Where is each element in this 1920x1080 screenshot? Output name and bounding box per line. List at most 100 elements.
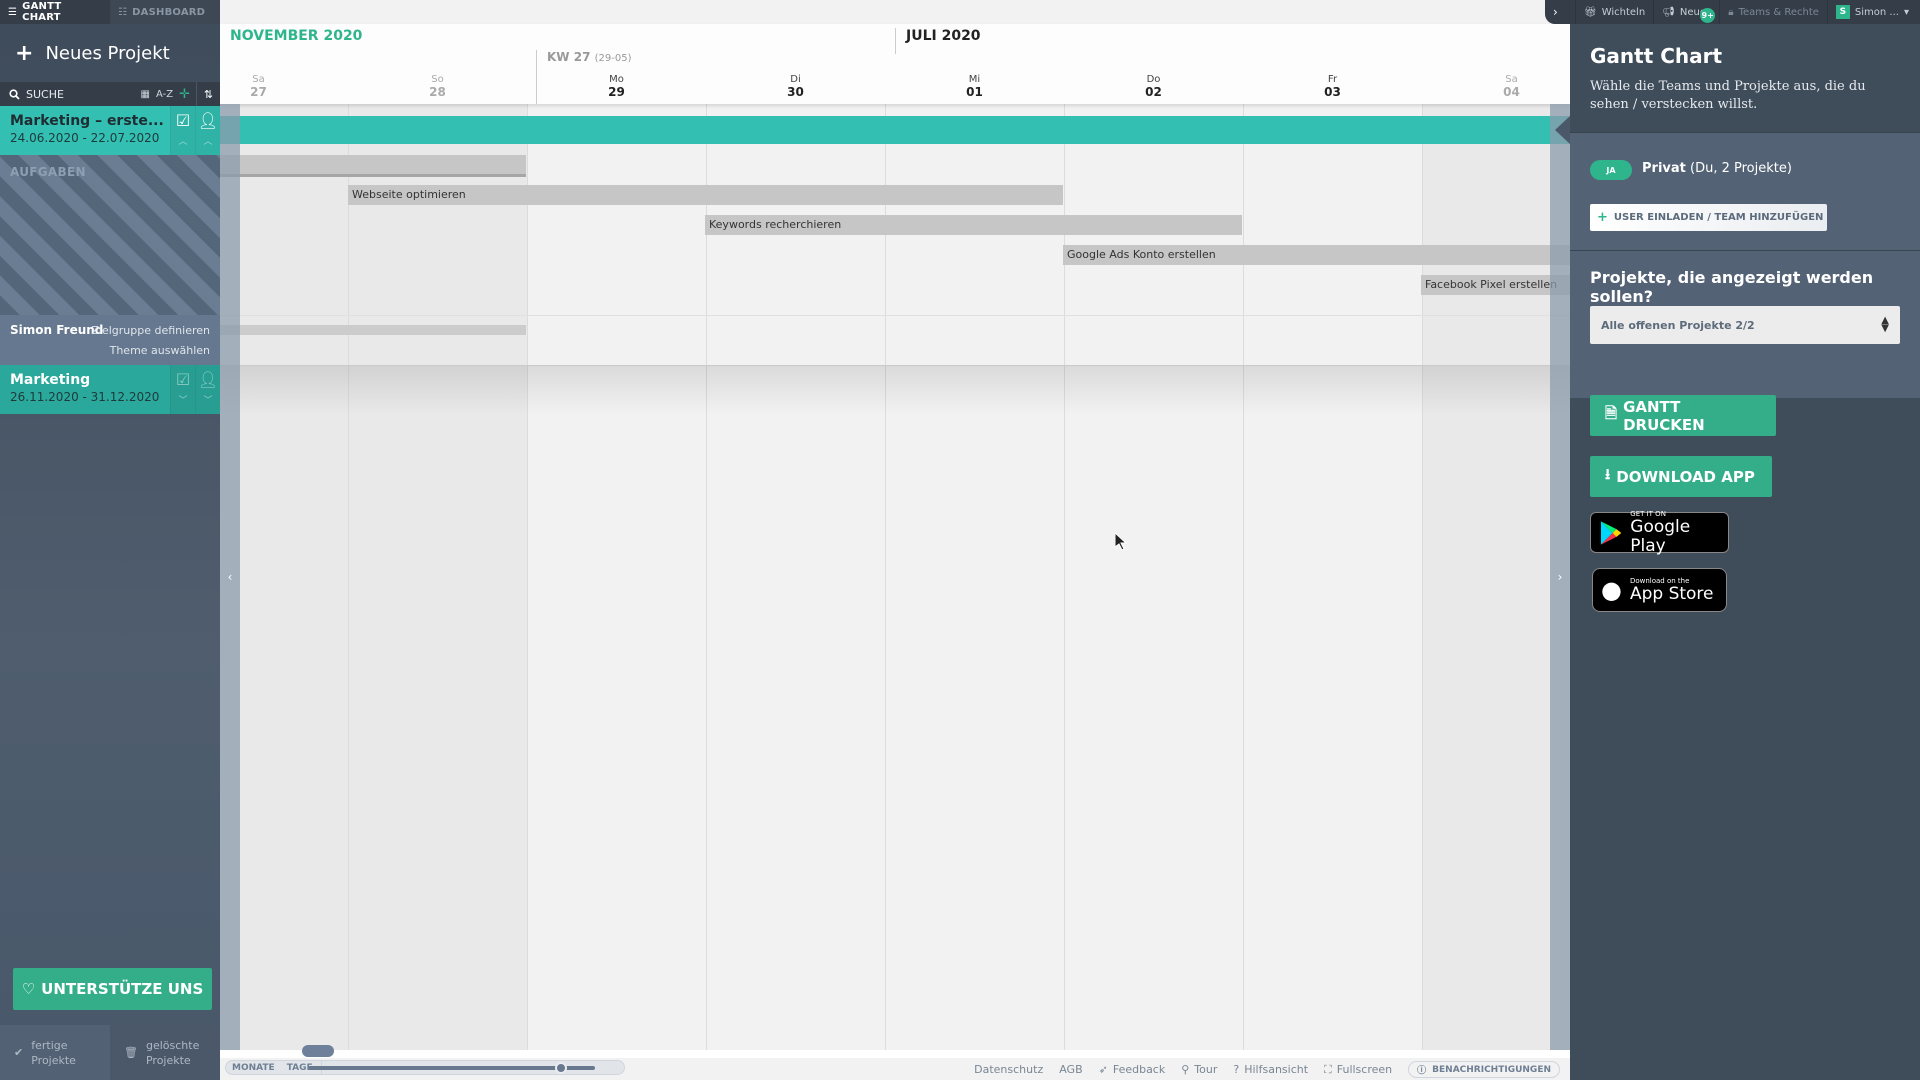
tab-label: DASHBOARD [132, 6, 206, 18]
download-label: DOWNLOAD APP [1616, 467, 1755, 486]
search-button[interactable]: SUCHE [0, 88, 141, 101]
task-bar[interactable] [220, 155, 526, 177]
check-icon: ✔ [14, 1046, 24, 1059]
badge-big-text: Google Play [1630, 516, 1691, 556]
team-detail: (Du, 2 Projekte) [1690, 161, 1792, 176]
zoom-months-button[interactable]: MONATE [226, 1063, 281, 1073]
day-header: Do 02 [1064, 74, 1243, 99]
deleted-line2: Projekte [145, 1053, 191, 1067]
task-bar[interactable]: Google Ads Konto erstellen [1063, 245, 1570, 265]
caret-down-icon: ▾ [1903, 6, 1909, 18]
google-play-icon [1600, 520, 1622, 545]
checkbox-icon: ☑ [175, 111, 191, 130]
zoom-slider[interactable] [309, 1062, 595, 1074]
tour-link[interactable]: ⚲ Tour [1181, 1063, 1217, 1076]
gantt-icon: ☰ [8, 6, 18, 18]
day-header: Di 30 [706, 74, 885, 99]
teams-rights-link[interactable]: 🔒︎ Teams & Rechte [1719, 0, 1827, 24]
terms-link[interactable]: AGB [1059, 1063, 1082, 1076]
select-value: Alle offenen Projekte 2/2 [1601, 318, 1755, 332]
projects-filter-section: Projekte, die angezeigt werden sollen? A… [1570, 250, 1920, 398]
day-header: Fr 03 [1243, 74, 1422, 99]
member-task-bar[interactable] [220, 325, 526, 335]
chevron-up-icon: ︿ [178, 137, 188, 147]
download-app-button[interactable]: ⭳ DOWNLOAD APP [1590, 456, 1772, 497]
team-visibility-toggle[interactable]: JA [1590, 160, 1632, 180]
team-section: JA Privat (Du, 2 Projekte) + USER EINLAD… [1570, 132, 1920, 250]
support-button[interactable]: ♡ UNTERSTÜTZE UNS [13, 968, 212, 1010]
app-store-badge[interactable]: ● Download on the App Store [1592, 568, 1727, 612]
feedback-link[interactable]: ➶ Feedback [1099, 1063, 1166, 1076]
tab-gantt-chart[interactable]: ☰ GANTT CHART [0, 0, 110, 24]
support-label: UNTERSTÜTZE UNS [41, 980, 204, 998]
sort-az-button[interactable]: A-Z [156, 89, 173, 100]
deleted-projects-button[interactable]: 🗑︎ gelöschte Projekte [110, 1025, 220, 1080]
document-icon: 🗎 [1605, 404, 1618, 422]
link-label: Fullscreen [1336, 1063, 1393, 1076]
top-nav-left: ☰ GANTT CHART ☷ DASHBOARD ‹ [0, 0, 242, 24]
chevron-left-icon: ‹ [227, 570, 233, 584]
zoom-control: MONATE TAGE [225, 1060, 625, 1075]
chevron-right-icon[interactable]: › [1545, 0, 1575, 24]
member-task[interactable]: Zielgruppe definieren [91, 324, 210, 337]
tasks-section: AUFGABEN [0, 155, 220, 315]
lock-icon: 🔒︎ [1728, 6, 1734, 18]
finished-projects-button[interactable]: ✔ fertige Projekte [0, 1025, 110, 1080]
project-item[interactable]: Marketing – erste... 24.06.2020 - 22.07.… [0, 106, 220, 155]
collapse-panel-notch [1555, 116, 1570, 144]
task-bar[interactable]: Webseite optimieren [348, 185, 1063, 205]
team-name: Privat [1642, 161, 1686, 176]
list-icon: ☷ [118, 6, 128, 18]
scrollbar-thumb[interactable] [302, 1045, 334, 1057]
privacy-link[interactable]: Datenschutz [974, 1063, 1043, 1076]
month-label: NOVEMBER 2020 [230, 28, 363, 44]
invite-user-button[interactable]: + USER EINLADEN / TEAM HINZUFÜGEN [1590, 204, 1827, 231]
tab-dashboard[interactable]: ☷ DASHBOARD [110, 0, 226, 24]
apple-icon: ● [1601, 576, 1622, 604]
projects-select[interactable]: Alle offenen Projekte 2/2 ▲ ▼ [1590, 306, 1900, 344]
day-number: 03 [1324, 85, 1341, 99]
finished-line1: fertige [31, 1038, 68, 1052]
top-nav-right: › 🎁︎ Wichteln 📢︎ Neues 9+ 🔒︎ Teams & Rechte … [1545, 0, 1920, 24]
new-project-button[interactable]: + Neues Projekt [15, 40, 170, 66]
horizontal-scrollbar[interactable] [220, 1045, 1570, 1058]
fullscreen-icon: ⛶ [1324, 1062, 1332, 1076]
print-gantt-button[interactable]: 🗎 GANTT DRUCKEN [1590, 395, 1776, 436]
chevron-right-icon: › [1557, 570, 1563, 584]
day-header: Mi 01 [885, 74, 1064, 99]
checkbox-icon: ☑ [175, 370, 191, 389]
projects-question: Projekte, die angezeigt werden sollen? [1590, 268, 1874, 306]
member-task[interactable]: Theme auswählen [110, 344, 210, 357]
project-bar[interactable] [220, 116, 1570, 144]
day-name: Sa [252, 74, 265, 85]
news-link[interactable]: 📢︎ Neues 9+ [1653, 0, 1719, 24]
sort-order-icon[interactable]: ⇅ [196, 82, 220, 106]
scroll-right-button[interactable]: › [1550, 104, 1570, 1050]
project-members-toggle[interactable]: 👤︎ ﹀ [195, 365, 220, 414]
expand-all-icon[interactable]: ✛ [179, 87, 190, 102]
calendar-sort-icon[interactable]: ▦ [141, 89, 150, 100]
zoom-slider-handle[interactable] [554, 1062, 567, 1074]
project-members-toggle[interactable]: 👤︎ ︿ [195, 106, 220, 155]
notifications-button[interactable]: ⓘ BENACHRICHTIGUNGEN [1408, 1061, 1560, 1078]
google-play-badge[interactable]: GET IT ON Google Play [1590, 510, 1729, 556]
user-menu[interactable]: S Simon ... ▾ [1826, 0, 1917, 24]
help-view-link[interactable]: ? Hilfsansicht [1233, 1063, 1308, 1076]
chevron-down-icon: ﹀ [203, 396, 213, 406]
month-label: JULI 2020 [895, 28, 981, 54]
project-item[interactable]: Marketing 26.11.2020 - 31.12.2020 ☑ ﹀ 👤︎… [0, 365, 220, 414]
day-column [885, 104, 1064, 1050]
project-tasks-toggle[interactable]: ☑ ︿ [170, 106, 195, 155]
fullscreen-link[interactable]: ⛶ Fullscreen [1324, 1063, 1392, 1077]
project-dates: 26.11.2020 - 31.12.2020 [10, 390, 160, 404]
scroll-left-button[interactable]: ‹ [220, 104, 240, 1050]
member-name: Simon Freund [10, 323, 104, 337]
wichteln-link[interactable]: 🎁︎ Wichteln [1575, 0, 1653, 24]
member-row[interactable]: Simon Freund Zielgruppe definieren Theme… [0, 315, 220, 365]
project-tasks-toggle[interactable]: ☑ ﹀ [170, 365, 195, 414]
task-bar[interactable]: Facebook Pixel erstellen [1421, 275, 1570, 295]
task-bar[interactable]: Keywords recherchieren [705, 215, 1242, 235]
day-number: 02 [1145, 85, 1162, 99]
info-icon: ⓘ [1417, 1066, 1427, 1076]
megaphone-icon: 📢︎ [1662, 6, 1675, 18]
